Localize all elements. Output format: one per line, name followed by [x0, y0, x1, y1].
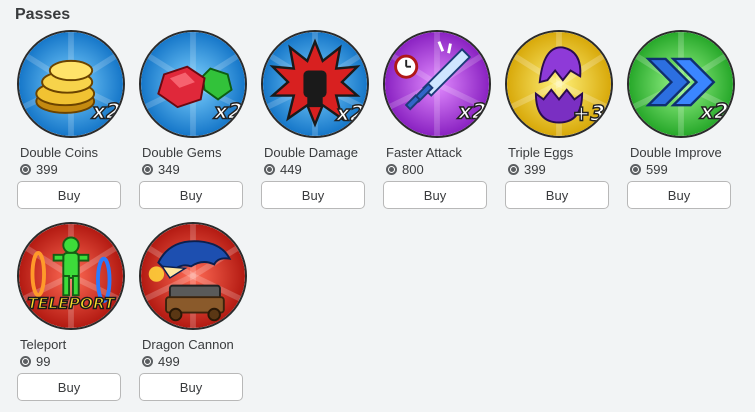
price-row: 599: [627, 162, 735, 177]
price-row: 399: [505, 162, 613, 177]
pass-price: 449: [280, 162, 302, 177]
pass-card-double-improve: x2 Double Improve 599 Buy: [627, 30, 735, 209]
pass-card-teleport: TELEPORT Teleport 99 Buy: [17, 222, 125, 401]
pass-name: Double Damage: [264, 145, 358, 160]
pass-name: Double Improve: [630, 145, 722, 160]
price-row: 800: [383, 162, 491, 177]
robux-icon: [264, 164, 275, 175]
section-title: Passes: [15, 6, 71, 23]
pass-name: Faster Attack: [386, 145, 462, 160]
price-row: 449: [261, 162, 369, 177]
robux-icon: [386, 164, 397, 175]
fist-explosion-icon[interactable]: x2: [261, 30, 369, 138]
robux-icon: [20, 164, 31, 175]
robux-icon: [142, 356, 153, 367]
purple-egg-icon[interactable]: +3: [505, 30, 613, 138]
svg-text:x2: x2: [699, 99, 728, 124]
buy-button[interactable]: Buy: [505, 181, 609, 209]
pass-name: Double Coins: [20, 145, 99, 160]
buy-button[interactable]: Buy: [139, 181, 243, 209]
price-row: 99: [17, 354, 125, 369]
price-row: 399: [17, 162, 125, 177]
buy-button[interactable]: Buy: [139, 373, 243, 401]
pass-price: 399: [524, 162, 546, 177]
pass-name: Teleport: [20, 337, 67, 352]
pass-name: Dragon Cannon: [142, 337, 234, 352]
svg-text:x2: x2: [91, 99, 120, 124]
pass-price: 599: [646, 162, 668, 177]
buy-button[interactable]: Buy: [17, 181, 121, 209]
pass-name: Triple Eggs: [508, 145, 574, 160]
svg-text:x2: x2: [213, 99, 242, 124]
robux-icon: [20, 356, 31, 367]
buy-button[interactable]: Buy: [627, 181, 731, 209]
pass-price: 499: [158, 354, 180, 369]
robux-icon: [142, 164, 153, 175]
pass-card-double-coins: x2 Double Coins 399 Buy: [17, 30, 125, 209]
buy-button[interactable]: Buy: [261, 181, 365, 209]
gems-icon[interactable]: x2: [139, 30, 247, 138]
dragon-cannon-icon[interactable]: [139, 222, 247, 330]
buy-button[interactable]: Buy: [383, 181, 487, 209]
teleport-portal-icon[interactable]: TELEPORT: [17, 222, 125, 330]
teleport-badge: TELEPORT: [27, 295, 116, 313]
robux-icon: [630, 164, 641, 175]
pass-card-faster-attack: x2 Faster Attack 800 Buy: [383, 30, 491, 209]
sword-clock-icon[interactable]: x2: [383, 30, 491, 138]
gold-coins-icon[interactable]: x2: [17, 30, 125, 138]
svg-text:x2: x2: [457, 99, 486, 124]
pass-name: Double Gems: [142, 145, 222, 160]
price-row: 499: [139, 354, 247, 369]
pass-card-double-damage: x2 Double Damage 449 Buy: [261, 30, 369, 209]
pass-price: 349: [158, 162, 180, 177]
pass-card-double-gems: x2 Double Gems 349 Buy: [139, 30, 247, 209]
pass-card-triple-eggs: +3 Triple Eggs 399 Buy: [505, 30, 613, 209]
pass-price: 800: [402, 162, 424, 177]
svg-text:+3: +3: [572, 101, 604, 126]
pass-price: 99: [36, 354, 51, 369]
pass-price: 399: [36, 162, 58, 177]
buy-button[interactable]: Buy: [17, 373, 121, 401]
pass-card-dragon-cannon: Dragon Cannon 499 Buy: [139, 222, 247, 401]
double-chevron-icon[interactable]: x2: [627, 30, 735, 138]
robux-icon: [508, 164, 519, 175]
svg-text:x2: x2: [335, 101, 364, 126]
price-row: 349: [139, 162, 247, 177]
